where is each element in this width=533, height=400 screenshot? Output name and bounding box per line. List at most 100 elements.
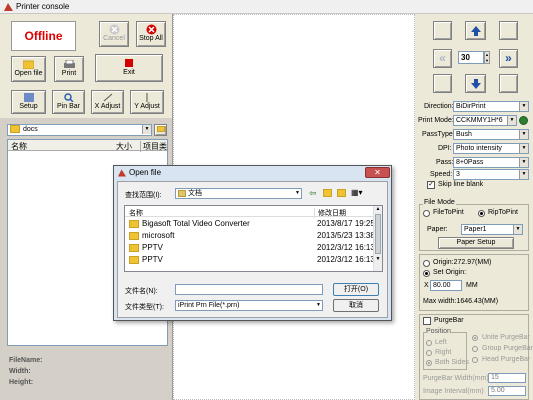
chevron-down-icon: ▼ xyxy=(513,225,522,234)
paper-setup-button[interactable]: Paper Setup xyxy=(438,237,514,249)
rip-to-print-radio[interactable] xyxy=(478,210,485,217)
folder-icon xyxy=(129,243,139,252)
up-folder-icon[interactable] xyxy=(323,189,332,197)
dialog-file-row[interactable]: PPTV 2012/3/12 16:13 xyxy=(125,243,375,255)
dialog-file-name: Bigasoft Total Video Converter xyxy=(142,219,250,228)
position-input[interactable]: 30 xyxy=(458,51,484,64)
nav-top-left-button[interactable] xyxy=(433,21,452,40)
dialog-file-date: 2012/3/12 16:13 xyxy=(317,243,375,252)
pin-bar-button[interactable]: Pin Bar xyxy=(52,90,85,114)
purge-width-input[interactable]: 15 xyxy=(488,373,526,383)
dialog-file-list[interactable]: 名称 修改日期 Bigasoft Total Video Converter 20… xyxy=(124,205,383,272)
folder-combo[interactable]: docs ▼ xyxy=(7,124,152,136)
nav-left-button[interactable]: « xyxy=(433,49,452,68)
dialog-file-name: PPTV xyxy=(142,243,163,252)
dialog-file-row[interactable]: PPTV 2012/3/12 16:13 xyxy=(125,255,375,267)
nav-up-button[interactable] xyxy=(465,21,486,40)
print-button[interactable]: Print xyxy=(54,56,84,82)
double-left-icon: « xyxy=(439,51,446,65)
document-folder-icon xyxy=(178,189,186,197)
nav-down-button[interactable] xyxy=(465,74,486,93)
dialog-list-header: 名称 修改日期 xyxy=(125,206,375,218)
chevron-down-icon: ▼ xyxy=(519,158,528,167)
radio-dot xyxy=(480,212,483,215)
print-mode-label: Print Mode: xyxy=(418,117,454,124)
left-radio[interactable] xyxy=(426,340,432,346)
title-bar: Printer console xyxy=(0,0,533,14)
purge-bar-checkbox[interactable] xyxy=(423,317,431,325)
back-icon[interactable]: ⇦ xyxy=(309,188,317,199)
chevron-down-icon: ▼ xyxy=(507,116,516,125)
col-name-header[interactable]: 名称 xyxy=(11,141,27,152)
unite-label: Unite PurgeBar xyxy=(482,334,530,341)
image-interval-value: 5.00 xyxy=(491,387,505,394)
dpi-select[interactable]: Photo intensity ▼ xyxy=(453,143,529,154)
pass-type-value: Bush xyxy=(456,131,472,138)
skip-line-checkbox[interactable]: ✓ xyxy=(427,181,435,189)
chevron-down-icon: ▼ xyxy=(295,190,300,196)
cancel-button[interactable]: Cancel xyxy=(99,21,129,47)
dialog-col-name[interactable]: 名称 xyxy=(129,208,143,218)
origin-text: Origin:272.97(MM) xyxy=(433,259,492,266)
x-adjust-label: X Adjust xyxy=(94,103,121,110)
pass-label: Pass: xyxy=(436,159,454,166)
filetype-value: iPrint Prn File(*.prn) xyxy=(178,302,240,309)
dialog-file-row[interactable]: microsoft 2013/5/23 13:38 xyxy=(125,231,375,243)
y-adjust-button[interactable]: Y Adjust xyxy=(130,90,164,114)
pass-select[interactable]: 8+0Pass ▼ xyxy=(453,157,529,168)
set-origin-radio[interactable] xyxy=(423,270,430,277)
origin-radio[interactable] xyxy=(423,260,430,267)
direction-select[interactable]: BiDirPrint ▼ xyxy=(453,101,529,112)
view-menu-icon[interactable]: ▦▾ xyxy=(351,188,367,197)
nav-top-right-button[interactable] xyxy=(499,21,518,40)
filename-input[interactable] xyxy=(175,284,323,295)
print-mode-indicator xyxy=(519,116,528,125)
head-radio[interactable] xyxy=(472,357,478,363)
file-info: FileName: Width: Height: xyxy=(9,355,42,388)
exit-button[interactable]: Exit xyxy=(95,54,163,82)
chevron-down-icon: ▼ xyxy=(519,144,528,153)
lookin-label: 查找范围(I): xyxy=(125,192,162,199)
paper-select[interactable]: Paper1 ▼ xyxy=(461,224,523,235)
col-type-header[interactable]: 项目类 xyxy=(140,141,167,152)
x-origin-value: 80.00 xyxy=(433,282,451,289)
nav-right-button[interactable]: » xyxy=(499,49,518,68)
dialog-col-date[interactable]: 修改日期 xyxy=(314,208,346,218)
x-origin-input[interactable]: 80.00 xyxy=(430,280,462,291)
setup-button[interactable]: Setup xyxy=(11,90,46,114)
scroll-up-arrow[interactable]: ▲ xyxy=(374,206,382,212)
x-adjust-button[interactable]: X Adjust xyxy=(91,90,124,114)
folder-browse-button[interactable] xyxy=(154,124,167,136)
nav-bottom-right-button[interactable] xyxy=(499,74,518,93)
dialog-file-row[interactable]: Bigasoft Total Video Converter 2013/8/17 … xyxy=(125,219,375,231)
filename-label: 文件名(N): xyxy=(125,288,158,295)
position-spinner[interactable]: ▲ ▼ xyxy=(484,51,490,64)
unite-radio[interactable] xyxy=(472,335,478,341)
image-interval-input[interactable]: 5.00 xyxy=(488,386,526,396)
pass-type-label: PassType: xyxy=(422,131,455,138)
right-radio[interactable] xyxy=(426,350,432,356)
lookin-select[interactable]: 文档 ▼ xyxy=(175,188,302,199)
new-folder-icon[interactable] xyxy=(337,189,346,197)
scroll-down-arrow[interactable]: ▼ xyxy=(374,256,382,262)
nav-bottom-left-button[interactable] xyxy=(433,74,452,93)
speed-select[interactable]: 3 ▼ xyxy=(453,169,529,180)
stop-all-label: Stop All xyxy=(139,35,163,42)
print-mode-select[interactable]: CCKMMY1H*6 ▼ xyxy=(453,115,517,126)
exit-label: Exit xyxy=(123,69,135,76)
close-icon: ✕ xyxy=(374,168,381,177)
scroll-thumb[interactable] xyxy=(375,214,381,254)
stop-all-button[interactable]: Stop All xyxy=(136,21,166,47)
file-to-print-radio[interactable] xyxy=(423,210,430,217)
dialog-cancel-button[interactable]: 取消 xyxy=(333,299,379,312)
filetype-select[interactable]: iPrint Prn File(*.prn) ▼ xyxy=(175,300,323,311)
dialog-close-button[interactable]: ✕ xyxy=(365,167,390,178)
pass-type-select[interactable]: Bush ▼ xyxy=(453,129,529,140)
open-file-button[interactable]: Open file xyxy=(11,56,46,82)
folder-icon xyxy=(129,255,139,264)
dialog-scrollbar[interactable]: ▲ ▼ xyxy=(373,206,382,271)
group-radio[interactable] xyxy=(472,346,478,352)
both-sides-radio[interactable] xyxy=(426,360,432,366)
open-button[interactable]: 打开(O) xyxy=(333,283,379,296)
col-size-header[interactable]: 大小 xyxy=(116,141,132,152)
